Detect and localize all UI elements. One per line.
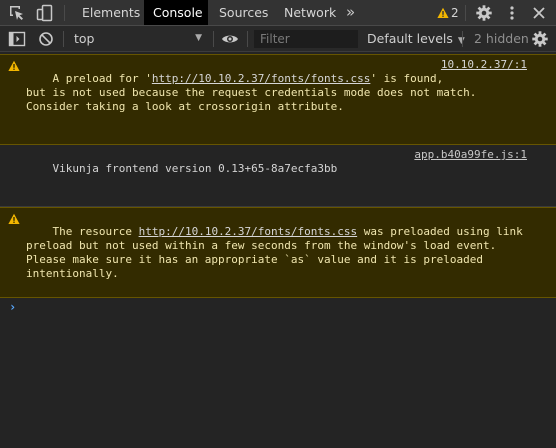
close-icon[interactable] xyxy=(530,4,548,22)
context-selector[interactable]: top ▼ xyxy=(68,29,208,48)
toolbar-divider xyxy=(462,31,463,47)
message-source-link[interactable]: 10.10.2.37/:1 xyxy=(440,58,527,72)
console-toolbar: top ▼ Default levels▼ 2 hidden xyxy=(0,26,556,52)
console-message-warning: The resource http://10.10.2.37/fonts/fon… xyxy=(0,207,556,298)
inspect-element-icon[interactable] xyxy=(8,4,26,22)
warning-icon xyxy=(8,213,20,224)
warning-icon xyxy=(437,7,449,18)
log-levels-dropdown[interactable]: Default levels▼ xyxy=(364,29,465,48)
message-link[interactable]: http://10.10.2.37/fonts/fonts.css xyxy=(152,72,371,85)
warning-icon xyxy=(8,60,20,71)
hidden-messages-count: 2 hidden xyxy=(474,31,529,46)
console-prompt[interactable]: › xyxy=(0,298,556,316)
message-text: The resource xyxy=(52,225,139,238)
devtools-tab-bar: Elements Console Sources Network » 2 xyxy=(0,0,556,26)
log-levels-label: Default levels xyxy=(367,31,453,46)
more-tabs-button[interactable]: » xyxy=(346,0,355,25)
context-selector-value: top xyxy=(74,31,95,46)
console-message-log: Vikunja frontend version 0.13+65-8a7ecfa… xyxy=(0,145,556,207)
kebab-menu-icon[interactable] xyxy=(503,4,521,22)
toolbar-divider xyxy=(63,31,64,47)
message-source-link[interactable]: app.b40a99fe.js:1 xyxy=(414,148,527,162)
tab-elements[interactable]: Elements xyxy=(73,0,149,25)
tab-divider xyxy=(465,5,466,21)
tab-sources[interactable]: Sources xyxy=(210,0,277,25)
console-message-warning: A preload for 'http://10.10.2.37/fonts/f… xyxy=(0,54,556,145)
clear-console-icon[interactable] xyxy=(37,30,55,48)
prompt-chevron-icon: › xyxy=(9,300,17,314)
message-text: Vikunja frontend version 0.13+65-8a7ecfa… xyxy=(52,162,338,175)
message-text: A preload for ' xyxy=(52,72,152,85)
warning-counter[interactable]: 2 xyxy=(437,5,459,21)
warning-count: 2 xyxy=(451,6,459,20)
live-expression-eye-icon[interactable] xyxy=(221,30,239,48)
console-settings-gear-icon[interactable] xyxy=(531,30,549,48)
filter-input[interactable] xyxy=(254,30,358,48)
console-output: A preload for 'http://10.10.2.37/fonts/f… xyxy=(0,52,556,448)
gear-icon[interactable] xyxy=(475,4,493,22)
device-toggle-icon[interactable] xyxy=(36,4,54,22)
chevron-down-icon: ▼ xyxy=(195,33,202,43)
toolbar-divider xyxy=(213,31,214,47)
tab-console[interactable]: Console xyxy=(144,0,208,25)
message-link[interactable]: http://10.10.2.37/fonts/fonts.css xyxy=(139,225,358,238)
tab-divider xyxy=(64,5,65,21)
toolbar-divider xyxy=(247,31,248,47)
sidebar-toggle-icon[interactable] xyxy=(8,30,26,48)
tab-network[interactable]: Network xyxy=(275,0,345,25)
